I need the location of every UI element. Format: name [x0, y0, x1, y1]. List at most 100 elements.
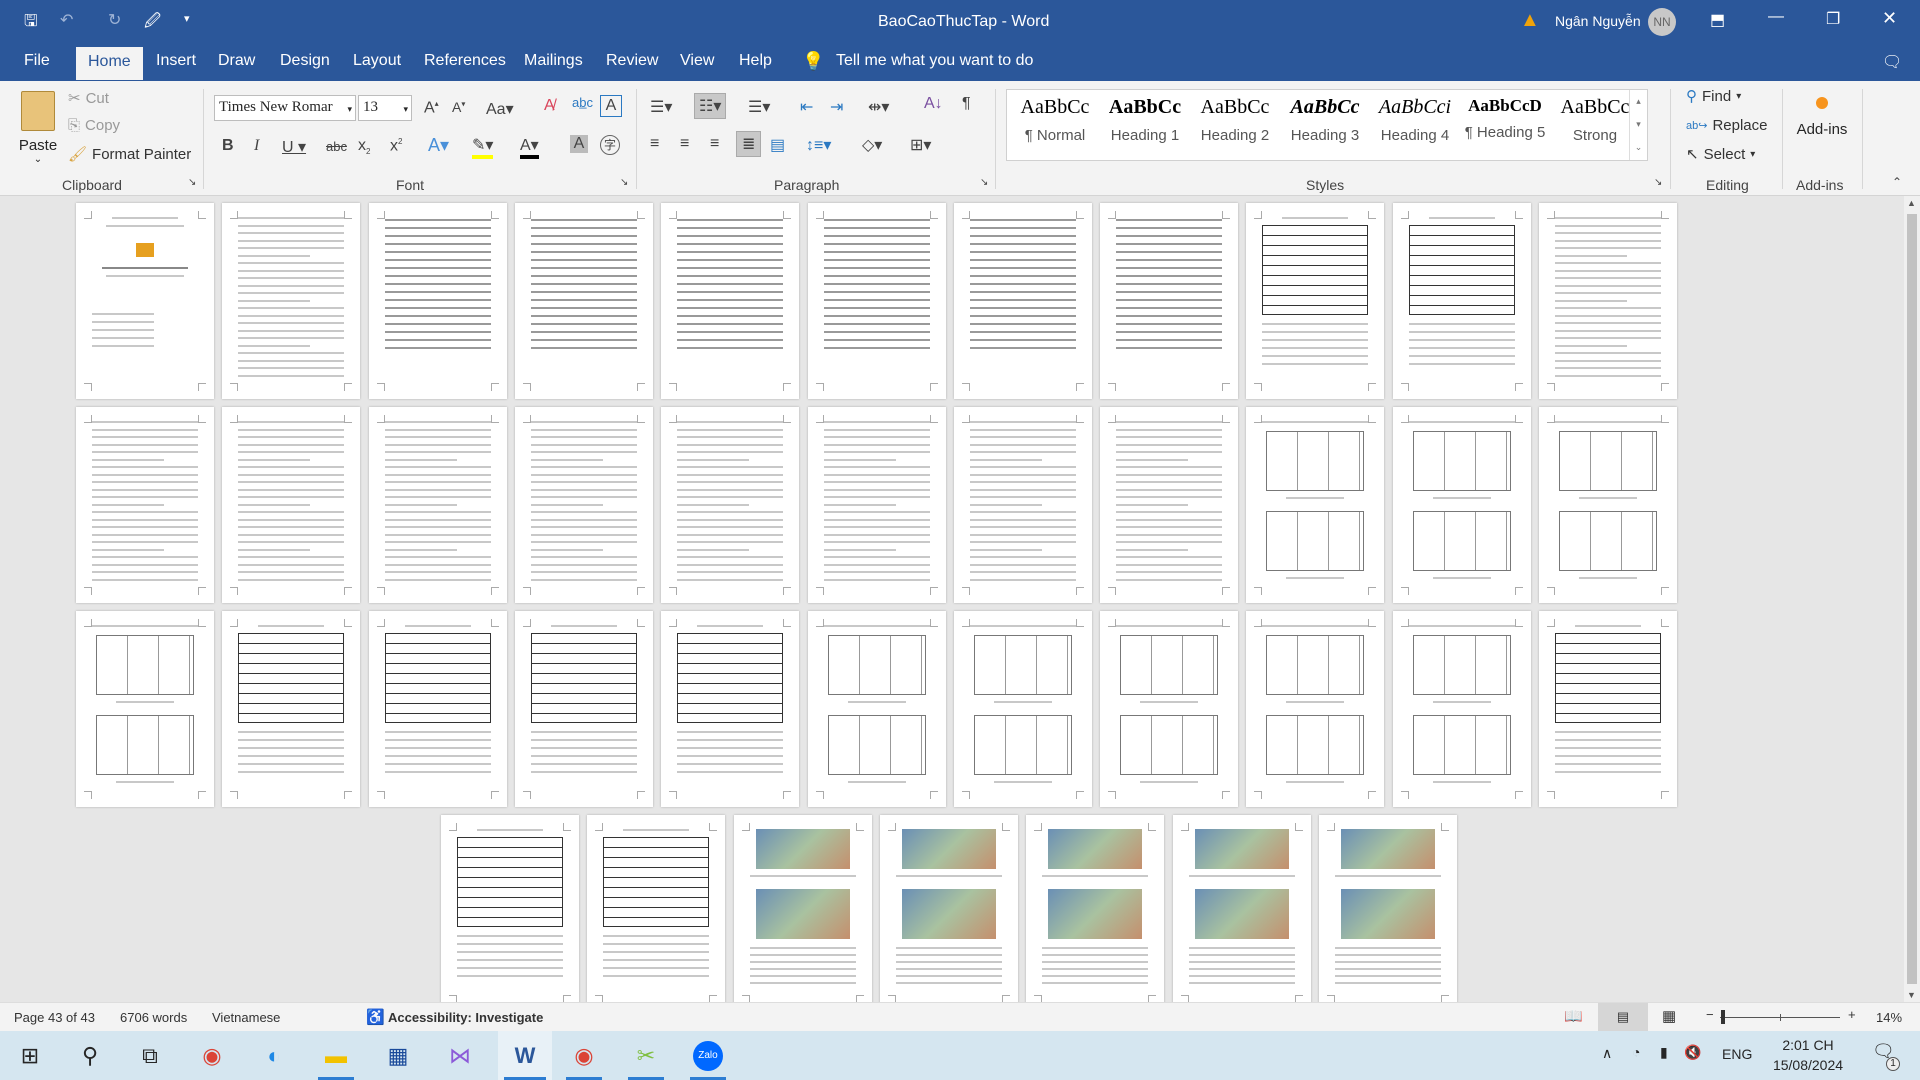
borders-icon[interactable]: ⊞▾ [910, 135, 931, 155]
page-thumbnail[interactable] [441, 815, 579, 1002]
page-thumbnail[interactable] [514, 611, 653, 807]
copy-button[interactable]: ⎘ Copy [68, 117, 120, 134]
page-thumbnail[interactable] [1100, 203, 1239, 399]
battery-icon[interactable]: ▮ [1660, 1044, 1668, 1061]
scroll-thumb[interactable] [1907, 214, 1917, 984]
page-thumbnail[interactable] [661, 611, 800, 807]
font-size-dropdown[interactable]: 13 ▾ [358, 95, 412, 121]
tab-draw[interactable]: Draw [218, 52, 255, 70]
zoom-slider-thumb[interactable] [1720, 1010, 1725, 1024]
page-thumbnail[interactable] [1100, 611, 1239, 807]
tab-help[interactable]: Help [739, 52, 772, 70]
font-name-dropdown[interactable]: Times New Romar ▾ [214, 95, 356, 121]
distributed-icon[interactable]: ▤ [770, 135, 785, 155]
dialog-launcher-icon[interactable]: ↘ [188, 177, 196, 188]
save-icon[interactable]: 🖫 [24, 10, 38, 37]
task-view-icon[interactable]: ⧉ [126, 1031, 174, 1080]
page-thumbnail[interactable] [1392, 203, 1531, 399]
vertical-scrollbar[interactable]: ▲ ▼ [1904, 196, 1920, 1002]
show-formatting-marks-icon[interactable]: ¶ [962, 95, 971, 113]
show-hidden-icons-icon[interactable]: ∧ [1602, 1045, 1612, 1062]
select-button[interactable]: ↖ Select ▾ [1686, 145, 1755, 164]
line-spacing-icon[interactable]: ↕≡▾ [806, 135, 831, 155]
increase-indent-icon[interactable]: ⇥ [830, 97, 843, 117]
page-thumbnail[interactable] [661, 203, 800, 399]
page-thumbnail[interactable] [1246, 611, 1385, 807]
clock[interactable]: 2:01 CH 15/08/2024 [1768, 1035, 1848, 1075]
collapse-ribbon-icon[interactable]: ⌃ [1892, 175, 1902, 189]
grow-font-icon[interactable]: A▴ [424, 99, 439, 117]
page-thumbnail[interactable] [1246, 203, 1385, 399]
tab-insert[interactable]: Insert [156, 52, 196, 70]
character-shading-icon[interactable]: A [570, 135, 588, 153]
word-count[interactable]: 6706 words [120, 1010, 187, 1025]
phonetic-guide-icon[interactable]: ab̲c [572, 95, 593, 110]
page-thumbnail[interactable] [1172, 815, 1311, 1002]
zoom-level[interactable]: 14% [1876, 1010, 1902, 1025]
style-strong[interactable]: AaBbCc Strong [1551, 96, 1639, 144]
bold-icon[interactable]: B [222, 137, 234, 155]
customize-qat-icon[interactable]: ▾ [184, 12, 190, 25]
styles-scroll[interactable]: ▴ ▾ ⌄ [1629, 90, 1647, 160]
page-thumbnail[interactable] [587, 815, 726, 1002]
tab-file[interactable]: File [24, 52, 50, 70]
tab-review[interactable]: Review [606, 52, 658, 70]
page-thumbnail[interactable] [661, 407, 800, 603]
page-thumbnail[interactable] [222, 203, 361, 399]
replace-button[interactable]: ab↪ Replace [1686, 117, 1768, 134]
tab-mailings[interactable]: Mailings [524, 52, 583, 70]
multilevel-list-icon[interactable]: ☰▾ [748, 97, 770, 117]
zoom-in-icon[interactable]: + [1848, 1007, 1856, 1022]
page-thumbnail[interactable] [879, 815, 1018, 1002]
wifi-icon[interactable]: ◔ [1632, 1044, 1640, 1060]
paste-button[interactable]: Paste ⌄ [14, 87, 62, 167]
page-thumbnail[interactable] [953, 203, 1092, 399]
page-thumbnail[interactable] [953, 407, 1092, 603]
style-heading-2[interactable]: AaBbCc Heading 2 [1191, 96, 1279, 144]
avatar[interactable]: NN [1648, 8, 1676, 36]
style-heading-4[interactable]: AaBbCci Heading 4 [1371, 96, 1459, 144]
zalo-icon[interactable]: Zalo [684, 1031, 732, 1080]
page-thumbnail[interactable] [953, 611, 1092, 807]
snipping-tool-icon[interactable]: ✂ [622, 1031, 670, 1080]
read-mode-icon[interactable]: 📖 [1564, 1007, 1583, 1025]
document-canvas[interactable] [0, 196, 1904, 1002]
tab-home[interactable]: Home [76, 47, 143, 80]
subscript-icon[interactable]: x2 [358, 137, 370, 156]
page-thumbnail[interactable] [1318, 815, 1457, 1002]
close-icon[interactable]: ✕ [1882, 8, 1897, 29]
redo-icon[interactable]: ↻ [108, 10, 121, 30]
tab-design[interactable]: Design [280, 52, 330, 70]
print-layout-icon[interactable]: ▤ [1598, 1003, 1648, 1031]
shading-icon[interactable]: ◇▾ [862, 135, 882, 155]
sort-icon[interactable]: A↓ [924, 95, 943, 113]
highlight-color-icon[interactable]: ✎▾ [472, 135, 494, 159]
strikethrough-icon[interactable]: abc [326, 139, 347, 154]
dialog-launcher-icon[interactable]: ↘ [1654, 177, 1662, 188]
align-left-icon[interactable]: ≡ [650, 135, 659, 153]
undo-icon[interactable]: ↶ [60, 10, 73, 30]
tab-references[interactable]: References [424, 52, 506, 70]
volume-muted-icon[interactable]: 🔇 [1684, 1044, 1701, 1061]
warning-icon[interactable]: ▲ [1520, 9, 1540, 32]
text-direction-icon[interactable]: ⇹▾ [868, 97, 889, 117]
word-icon[interactable]: W [498, 1031, 552, 1080]
page-thumbnail[interactable] [514, 203, 653, 399]
windows-start-icon[interactable]: ⊞ [6, 1031, 54, 1080]
page-thumbnail[interactable] [368, 203, 507, 399]
text-effects-icon[interactable]: A▾ [428, 135, 449, 156]
tab-layout[interactable]: Layout [353, 52, 401, 70]
clear-formatting-icon[interactable]: A̸ [544, 97, 555, 115]
page-thumbnail[interactable] [1392, 407, 1531, 603]
page-thumbnail[interactable] [222, 611, 361, 807]
user-name[interactable]: Ngân Nguyễn [1555, 13, 1641, 29]
tell-me-search[interactable]: Tell me what you want to do [836, 52, 1033, 70]
page-thumbnail[interactable] [1246, 407, 1385, 603]
underline-icon[interactable]: U ▾ [282, 137, 306, 157]
chrome-profile-icon[interactable]: ◉ [560, 1031, 608, 1080]
character-border-icon[interactable]: A [600, 95, 622, 117]
chrome-icon[interactable]: ◉ [188, 1031, 236, 1080]
file-explorer-icon[interactable]: ▬ [312, 1031, 360, 1080]
page-count[interactable]: Page 43 of 43 [14, 1010, 95, 1025]
microsoft-store-icon[interactable]: ▦ [374, 1031, 422, 1080]
